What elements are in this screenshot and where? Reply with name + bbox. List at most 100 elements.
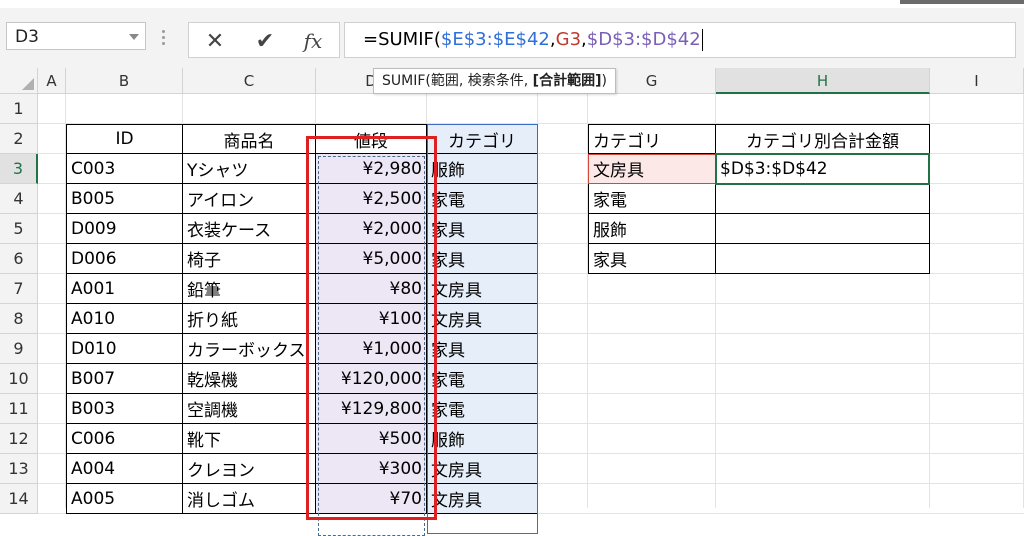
select-all-button[interactable] (0, 68, 38, 94)
table-cell[interactable]: クレヨン (183, 454, 316, 484)
formula-text: =SUMIF($E$3:$E$42,G3,$D$3:$D$42 (363, 29, 703, 51)
formula-bar-area: D3 ✕ ✔ fx =SUMIF($E$3:$E$42,G3,$D$3:$D$4… (0, 8, 1024, 68)
summary-cell[interactable] (716, 244, 930, 274)
name-box[interactable]: D3 (6, 22, 146, 50)
row-header-13[interactable]: 13 (0, 454, 38, 484)
table-cell[interactable]: 折り紙 (183, 304, 316, 334)
table-header-cell[interactable]: 値段 (316, 124, 427, 154)
table-cell[interactable]: 鉛筆 (183, 274, 316, 304)
column-header-b[interactable]: B (66, 68, 183, 94)
summary-cell[interactable]: 服飾 (588, 214, 716, 244)
table-cell[interactable]: ¥120,000 (316, 364, 427, 394)
summary-cell[interactable] (716, 214, 930, 244)
table-cell[interactable]: A010 (66, 304, 183, 334)
summary-cell[interactable]: 文房具 (588, 154, 716, 184)
formula-part: G3 (555, 29, 582, 50)
tooltip-current-arg: [合計範囲] (532, 73, 602, 89)
row-header-5[interactable]: 5 (0, 214, 38, 244)
text-cursor (701, 29, 703, 51)
table-header-cell[interactable]: カテゴリ (427, 124, 538, 154)
table-cell[interactable]: D006 (66, 244, 183, 274)
table-cell[interactable]: ¥500 (316, 424, 427, 454)
column-header-a[interactable]: A (38, 68, 66, 94)
summary-cell[interactable]: 家電 (588, 184, 716, 214)
table-cell[interactable]: 家具 (427, 214, 538, 244)
enter-icon[interactable]: ✔ (247, 27, 283, 55)
tooltip-close-paren: ) (601, 73, 607, 89)
table-header-cell[interactable]: ID (66, 124, 183, 154)
select-all-triangle-icon (22, 78, 34, 90)
table-cell[interactable]: 服飾 (427, 424, 538, 454)
table-cell[interactable]: 消しゴム (183, 484, 316, 514)
table-cell[interactable]: 家電 (427, 394, 538, 424)
table-cell[interactable]: 家電 (427, 184, 538, 214)
table-cell[interactable]: 文房具 (427, 454, 538, 484)
summary-header-cell[interactable]: カテゴリ別合計金額 (716, 124, 930, 154)
table-cell[interactable]: ¥2,000 (316, 214, 427, 244)
table-cell[interactable]: アイロン (183, 184, 316, 214)
row-header-6[interactable]: 6 (0, 244, 38, 274)
summary-cell[interactable] (716, 184, 930, 214)
table-cell[interactable]: ¥100 (316, 304, 427, 334)
table-cell[interactable]: A005 (66, 484, 183, 514)
row-header-12[interactable]: 12 (0, 424, 38, 454)
column-header-c[interactable]: C (183, 68, 316, 94)
table-cell[interactable]: 文房具 (427, 484, 538, 514)
table-cell[interactable]: C006 (66, 424, 183, 454)
row-header-11[interactable]: 11 (0, 394, 38, 424)
row-header-4[interactable]: 4 (0, 184, 38, 214)
table-cell[interactable]: D009 (66, 214, 183, 244)
table-cell[interactable]: ¥80 (316, 274, 427, 304)
table-cell[interactable]: 服飾 (427, 154, 538, 184)
table-cell[interactable]: ¥2,980 (316, 154, 427, 184)
table-cell[interactable]: 家具 (427, 334, 538, 364)
column-header-i[interactable]: I (930, 68, 1024, 94)
table-cell[interactable]: ¥1,000 (316, 334, 427, 364)
table-cell[interactable]: C003 (66, 154, 183, 184)
row-header-9[interactable]: 9 (0, 334, 38, 364)
table-cell[interactable]: A004 (66, 454, 183, 484)
table-cell[interactable]: Yシャツ (183, 154, 316, 184)
table-header-cell[interactable]: 商品名 (183, 124, 316, 154)
summary-cell[interactable]: $D$3:$D$42 (716, 154, 930, 184)
table-cell[interactable]: ¥70 (316, 484, 427, 514)
table-cell[interactable]: ¥2,500 (316, 184, 427, 214)
summary-cell[interactable]: 家具 (588, 244, 716, 274)
chevron-down-icon[interactable] (129, 34, 139, 40)
row-header-1[interactable]: 1 (0, 94, 38, 124)
table-cell[interactable]: B003 (66, 394, 183, 424)
row-header-3[interactable]: 3 (0, 154, 38, 184)
insert-function-icon[interactable]: fx (295, 27, 331, 55)
name-box-value: D3 (15, 27, 39, 47)
row-header-7[interactable]: 7 (0, 274, 38, 304)
window-top-strip (0, 0, 1024, 8)
formula-input[interactable]: =SUMIF($E$3:$E$42,G3,$D$3:$D$42 (344, 22, 1016, 58)
table-cell[interactable]: B007 (66, 364, 183, 394)
table-cell[interactable]: 家電 (427, 364, 538, 394)
worksheet-grid[interactable]: ABCDEFGHI1234567891011121314ID商品名値段カテゴリC… (0, 68, 1024, 536)
table-cell[interactable]: 衣装ケース (183, 214, 316, 244)
cancel-icon[interactable]: ✕ (197, 27, 233, 55)
row-header-2[interactable]: 2 (0, 124, 38, 154)
table-cell[interactable]: ¥129,800 (316, 394, 427, 424)
table-cell[interactable]: B005 (66, 184, 183, 214)
table-cell[interactable]: 乾燥機 (183, 364, 316, 394)
tooltip-syntax: SUMIF(範囲, 検索条件, (382, 73, 533, 89)
table-cell[interactable]: 空調機 (183, 394, 316, 424)
column-header-h[interactable]: H (716, 68, 930, 94)
table-cell[interactable]: D010 (66, 334, 183, 364)
table-cell[interactable]: ¥5,000 (316, 244, 427, 274)
row-header-8[interactable]: 8 (0, 304, 38, 334)
summary-header-cell[interactable]: カテゴリ (588, 124, 716, 154)
drag-handle-icon[interactable] (162, 30, 166, 46)
table-cell[interactable]: ¥300 (316, 454, 427, 484)
table-cell[interactable]: カラーボックス (183, 334, 316, 364)
table-cell[interactable]: 靴下 (183, 424, 316, 454)
table-cell[interactable]: 文房具 (427, 304, 538, 334)
row-header-10[interactable]: 10 (0, 364, 38, 394)
table-cell[interactable]: 家具 (427, 244, 538, 274)
table-cell[interactable]: 文房具 (427, 274, 538, 304)
table-cell[interactable]: A001 (66, 274, 183, 304)
table-cell[interactable]: 椅子 (183, 244, 316, 274)
row-header-14[interactable]: 14 (0, 484, 38, 514)
